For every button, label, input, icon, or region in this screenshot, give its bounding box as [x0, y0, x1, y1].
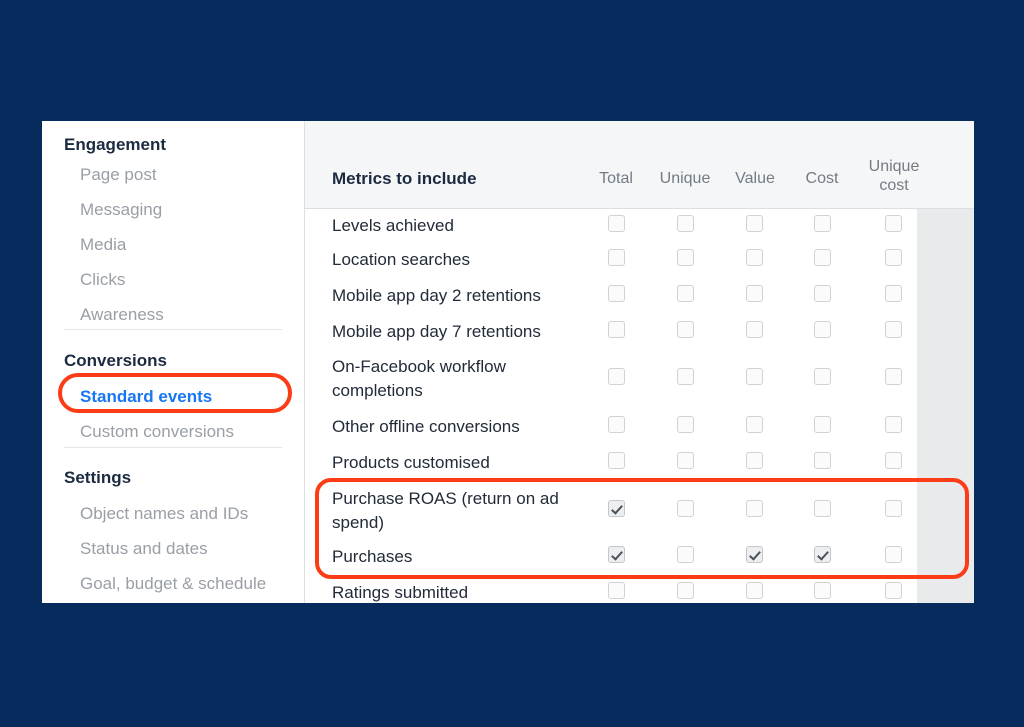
sidebar-item-object-names-and-ids[interactable]: Object names and IDs	[42, 505, 304, 522]
checkbox-purchase-roas-unique-cost[interactable]	[885, 500, 902, 517]
checkbox-levels-achieved-unique-cost[interactable]	[885, 215, 902, 232]
sidebar-item-media[interactable]: Media	[42, 236, 304, 253]
checkbox-mobile-app-day-7-retentions-total[interactable]	[608, 321, 625, 338]
checkbox-on-facebook-workflow-completions-total[interactable]	[608, 368, 625, 385]
checkbox-location-searches-unique[interactable]	[677, 249, 694, 266]
checkbox-other-offline-conversions-cost[interactable]	[814, 416, 831, 433]
checkbox-mobile-app-day-7-retentions-unique-cost[interactable]	[885, 321, 902, 338]
checkbox-mobile-app-day-7-retentions-value[interactable]	[746, 321, 763, 338]
checkbox-ratings-submitted-cost[interactable]	[814, 582, 831, 599]
checkbox-on-facebook-workflow-completions-value[interactable]	[746, 368, 763, 385]
checkbox-products-customised-value[interactable]	[746, 452, 763, 469]
sidebar-divider-1	[64, 329, 282, 330]
checkbox-other-offline-conversions-total[interactable]	[608, 416, 625, 433]
sidebar: Engagement Page post Messaging Media Cli…	[42, 121, 305, 603]
checkbox-mobile-app-day-2-retentions-value[interactable]	[746, 285, 763, 302]
checkbox-products-customised-cost[interactable]	[814, 452, 831, 469]
row-label-mobile-app-day-2-retentions: Mobile app day 2 retentions	[332, 286, 541, 305]
checkbox-mobile-app-day-7-retentions-cost[interactable]	[814, 321, 831, 338]
metrics-table: Metrics to include Total Unique Value Co…	[305, 121, 974, 603]
checkbox-purchase-roas-value[interactable]	[746, 500, 763, 517]
column-header-value: Value	[735, 170, 775, 187]
checkbox-ratings-submitted-total[interactable]	[608, 582, 625, 599]
row-label-location-searches: Location searches	[332, 250, 470, 269]
checkbox-location-searches-unique-cost[interactable]	[885, 249, 902, 266]
checkbox-purchases-cost[interactable]	[814, 546, 831, 563]
vertical-scrollbar[interactable]	[938, 210, 948, 603]
checkbox-levels-achieved-cost[interactable]	[814, 215, 831, 232]
checkbox-levels-achieved-total[interactable]	[608, 215, 625, 232]
checkbox-levels-achieved-unique[interactable]	[677, 215, 694, 232]
checkbox-ratings-submitted-unique-cost[interactable]	[885, 582, 902, 599]
checkbox-mobile-app-day-2-retentions-cost[interactable]	[814, 285, 831, 302]
row-label-purchases: Purchases	[332, 547, 413, 566]
checkbox-products-customised-unique-cost[interactable]	[885, 452, 902, 469]
checkbox-products-customised-unique[interactable]	[677, 452, 694, 469]
checkbox-purchases-unique[interactable]	[677, 546, 694, 563]
sidebar-heading-settings: Settings	[64, 468, 132, 487]
checkbox-purchases-value[interactable]	[746, 546, 763, 563]
sidebar-item-custom-conversions[interactable]: Custom conversions	[42, 423, 304, 440]
table-title: Metrics to include	[332, 169, 477, 188]
row-label-other-offline-conversions: Other offline conversions	[332, 417, 520, 436]
sidebar-item-standard-events[interactable]: Standard events	[42, 388, 304, 405]
checkbox-mobile-app-day-2-retentions-unique[interactable]	[677, 285, 694, 302]
checkbox-products-customised-total[interactable]	[608, 452, 625, 469]
checkbox-levels-achieved-value[interactable]	[746, 215, 763, 232]
sidebar-divider-2	[64, 447, 282, 448]
checkbox-ratings-submitted-unique[interactable]	[677, 582, 694, 599]
checkbox-purchase-roas-unique[interactable]	[677, 500, 694, 517]
sidebar-item-status-and-dates[interactable]: Status and dates	[42, 540, 304, 557]
sidebar-heading-engagement: Engagement	[64, 135, 167, 154]
metrics-picker-panel: Engagement Page post Messaging Media Cli…	[42, 121, 974, 603]
row-label-ratings-submitted: Ratings submitted	[332, 583, 469, 602]
row-label-on-facebook-workflow-completions: On-Facebook workflow completions	[332, 357, 506, 400]
sidebar-item-clicks[interactable]: Clicks	[42, 271, 304, 288]
checkbox-on-facebook-workflow-completions-unique[interactable]	[677, 368, 694, 385]
checkbox-mobile-app-day-2-retentions-unique-cost[interactable]	[885, 285, 902, 302]
checkbox-purchases-total[interactable]	[608, 546, 625, 563]
checkbox-mobile-app-day-7-retentions-unique[interactable]	[677, 321, 694, 338]
column-header-unique-cost: Unique cost	[868, 158, 920, 194]
column-header-total: Total	[599, 170, 633, 187]
checkbox-mobile-app-day-2-retentions-total[interactable]	[608, 285, 625, 302]
checkbox-other-offline-conversions-unique[interactable]	[677, 416, 694, 433]
row-label-purchase-roas: Purchase ROAS (return on ad spend)	[332, 489, 559, 532]
column-header-unique: Unique	[659, 170, 711, 187]
checkbox-purchase-roas-cost[interactable]	[814, 500, 831, 517]
checkbox-location-searches-cost[interactable]	[814, 249, 831, 266]
checkbox-purchase-roas-total[interactable]	[608, 500, 625, 517]
checkbox-location-searches-value[interactable]	[746, 249, 763, 266]
sidebar-item-goal-budget-schedule[interactable]: Goal, budget & schedule	[42, 575, 304, 592]
sidebar-item-awareness[interactable]: Awareness	[42, 306, 304, 323]
sidebar-item-page-post[interactable]: Page post	[42, 166, 304, 183]
checkbox-location-searches-total[interactable]	[608, 249, 625, 266]
checkbox-on-facebook-workflow-completions-cost[interactable]	[814, 368, 831, 385]
sidebar-item-messaging[interactable]: Messaging	[42, 201, 304, 218]
row-label-products-customised: Products customised	[332, 453, 490, 472]
row-label-mobile-app-day-7-retentions: Mobile app day 7 retentions	[332, 322, 541, 341]
sidebar-heading-conversions: Conversions	[64, 351, 167, 370]
checkbox-on-facebook-workflow-completions-unique-cost[interactable]	[885, 368, 902, 385]
checkbox-other-offline-conversions-unique-cost[interactable]	[885, 416, 902, 433]
checkbox-other-offline-conversions-value[interactable]	[746, 416, 763, 433]
checkbox-ratings-submitted-value[interactable]	[746, 582, 763, 599]
column-header-cost: Cost	[805, 170, 839, 187]
checkbox-purchases-unique-cost[interactable]	[885, 546, 902, 563]
row-label-levels-achieved: Levels achieved	[332, 216, 454, 235]
